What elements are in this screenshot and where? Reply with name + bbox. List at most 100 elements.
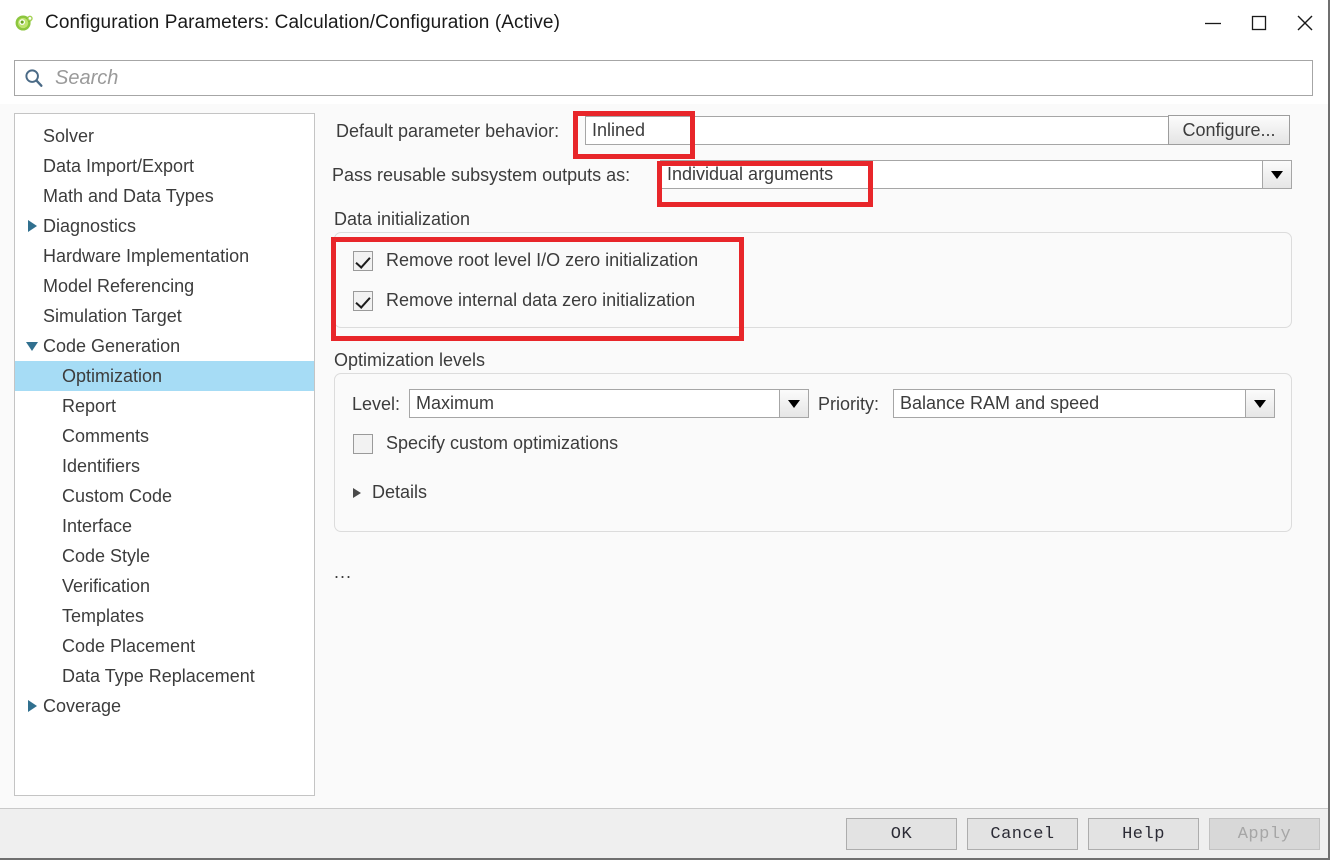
sidebar-item-label: Comments	[62, 425, 150, 446]
sidebar-item-solver[interactable]: Solver	[15, 121, 314, 151]
checkbox-remove-root-level-io-zero-init[interactable]: Remove root level I/O zero initializatio…	[353, 250, 698, 271]
sidebar-item-label: Model Referencing	[43, 275, 195, 296]
chevron-down-icon	[788, 399, 800, 408]
window-controls	[1190, 0, 1328, 46]
chevron-down-icon	[26, 341, 38, 351]
sidebar-item-simulation-target[interactable]: Simulation Target	[15, 301, 314, 331]
details-expander[interactable]: Details	[353, 482, 427, 503]
level-combobox[interactable]: Maximum	[409, 389, 809, 418]
chevron-down-icon	[1271, 170, 1283, 179]
sidebar-item-label: Coverage	[43, 695, 122, 716]
level-label: Level:	[352, 394, 401, 414]
checkbox-box	[353, 250, 373, 271]
sidebar-item-label: Diagnostics	[43, 215, 137, 236]
sidebar-item-optimization[interactable]: Optimization	[15, 361, 314, 391]
close-icon	[1297, 15, 1313, 31]
sidebar-item-label: Report	[62, 395, 117, 416]
chevron-right-icon	[27, 220, 37, 232]
checkbox-label: Remove root level I/O zero initializatio…	[386, 250, 699, 270]
chevron-right-icon	[353, 487, 361, 498]
checkbox-remove-internal-data-zero-init[interactable]: Remove internal data zero initialization	[353, 290, 695, 311]
sidebar-item-label: Simulation Target	[43, 305, 182, 326]
sidebar-item-verification[interactable]: Verification	[15, 571, 314, 601]
maximize-icon	[1251, 15, 1267, 31]
cancel-button[interactable]: Cancel	[967, 818, 1078, 850]
sidebar-item-label: Interface	[62, 515, 133, 536]
sidebar-item-identifiers[interactable]: Identifiers	[15, 451, 314, 481]
sidebar-item-label: Data Import/Export	[43, 155, 195, 176]
sidebar-item-code-placement[interactable]: Code Placement	[15, 631, 314, 661]
dialog-footer: OK Cancel Help Apply	[0, 808, 1328, 858]
chevron-right-icon[interactable]	[19, 220, 45, 232]
sidebar-item-label: Code Placement	[62, 635, 196, 656]
minimize-button[interactable]	[1190, 0, 1236, 46]
sidebar-item-templates[interactable]: Templates	[15, 601, 314, 631]
level-value: Maximum	[409, 389, 779, 418]
sidebar-item-code-generation[interactable]: Code Generation	[15, 331, 314, 361]
sidebar-item-label: Verification	[62, 575, 151, 596]
sidebar-item-data-import-export[interactable]: Data Import/Export	[15, 151, 314, 181]
chevron-right-icon[interactable]	[19, 700, 45, 712]
priority-combobox[interactable]: Balance RAM and speed	[893, 389, 1275, 418]
checkbox-specify-custom-optimizations[interactable]: Specify custom optimizations	[353, 433, 618, 454]
configure-button[interactable]: Configure...	[1168, 115, 1290, 145]
sidebar-item-code-style[interactable]: Code Style	[15, 541, 314, 571]
sidebar-item-label: Math and Data Types	[43, 185, 214, 206]
configuration-parameters-dialog: Configuration Parameters: Calculation/Co…	[0, 0, 1330, 860]
data-initialization-title: Data initialization	[334, 209, 471, 229]
sidebar-item-label: Templates	[62, 605, 145, 626]
default-parameter-behavior-value: Inlined	[585, 116, 1215, 145]
settings-tree[interactable]: Solver Data Import/Export Math and Data Ty…	[14, 113, 315, 796]
sidebar-item-coverage[interactable]: Coverage	[15, 691, 314, 721]
sidebar-item-data-type-replacement[interactable]: Data Type Replacement	[15, 661, 314, 691]
priority-dropdown-button[interactable]	[1245, 389, 1275, 418]
sidebar-item-label: Optimization	[62, 365, 163, 386]
window-title: Configuration Parameters: Calculation/Co…	[45, 12, 561, 33]
optimization-levels-title: Optimization levels	[334, 350, 486, 370]
data-initialization-group	[334, 232, 1292, 328]
level-dropdown-button[interactable]	[779, 389, 809, 418]
chevron-right-icon	[27, 700, 37, 712]
sidebar-item-hardware-implementation[interactable]: Hardware Implementation	[15, 241, 314, 271]
simulink-gear-icon	[15, 15, 33, 31]
title-bar: Configuration Parameters: Calculation/Co…	[0, 0, 1328, 46]
dialog-body: Solver Data Import/Export Math and Data Ty…	[0, 104, 1328, 808]
minimize-icon	[1205, 22, 1221, 25]
sidebar-item-comments[interactable]: Comments	[15, 421, 314, 451]
checkbox-box	[353, 433, 373, 454]
search-input[interactable]	[55, 66, 1312, 90]
maximize-button[interactable]	[1236, 0, 1282, 46]
sidebar-item-interface[interactable]: Interface	[15, 511, 314, 541]
priority-value: Balance RAM and speed	[893, 389, 1245, 418]
search-bar[interactable]	[14, 60, 1313, 96]
pass-reusable-dropdown-button[interactable]	[1262, 160, 1292, 189]
sidebar-item-diagnostics[interactable]: Diagnostics	[15, 211, 314, 241]
search-icon	[25, 69, 43, 87]
apply-button: Apply	[1209, 818, 1320, 850]
sidebar-item-label: Custom Code	[62, 485, 173, 506]
chevron-down-icon	[1254, 399, 1266, 408]
pass-reusable-combobox[interactable]: Individual arguments	[660, 160, 1292, 189]
close-button[interactable]	[1282, 0, 1328, 46]
default-parameter-behavior-label: Default parameter behavior:	[336, 121, 560, 141]
more-content-ellipsis: ...	[334, 562, 353, 582]
footer-button-group: OK Cancel Help Apply	[846, 818, 1320, 850]
sidebar-item-label: Solver	[43, 125, 95, 146]
checkbox-label: Remove internal data zero initialization	[386, 290, 696, 310]
sidebar-item-report[interactable]: Report	[15, 391, 314, 421]
ok-button[interactable]: OK	[846, 818, 957, 850]
chevron-down-icon[interactable]	[19, 341, 45, 351]
checkbox-label: Specify custom optimizations	[386, 433, 619, 453]
sidebar-item-custom-code[interactable]: Custom Code	[15, 481, 314, 511]
help-button[interactable]: Help	[1088, 818, 1199, 850]
default-parameter-behavior-combobox[interactable]: Inlined	[585, 116, 1245, 145]
sidebar-item-math-and-data-types[interactable]: Math and Data Types	[15, 181, 314, 211]
sidebar-item-model-referencing[interactable]: Model Referencing	[15, 271, 314, 301]
pass-reusable-label: Pass reusable subsystem outputs as:	[332, 165, 631, 185]
sidebar-item-label: Data Type Replacement	[62, 665, 255, 686]
pass-reusable-value: Individual arguments	[660, 160, 1262, 189]
sidebar-item-label: Identifiers	[62, 455, 141, 476]
sidebar-item-label: Hardware Implementation	[43, 245, 250, 266]
default-parameter-behavior-row: Default parameter behavior:	[336, 121, 559, 142]
priority-label: Priority:	[818, 394, 880, 414]
